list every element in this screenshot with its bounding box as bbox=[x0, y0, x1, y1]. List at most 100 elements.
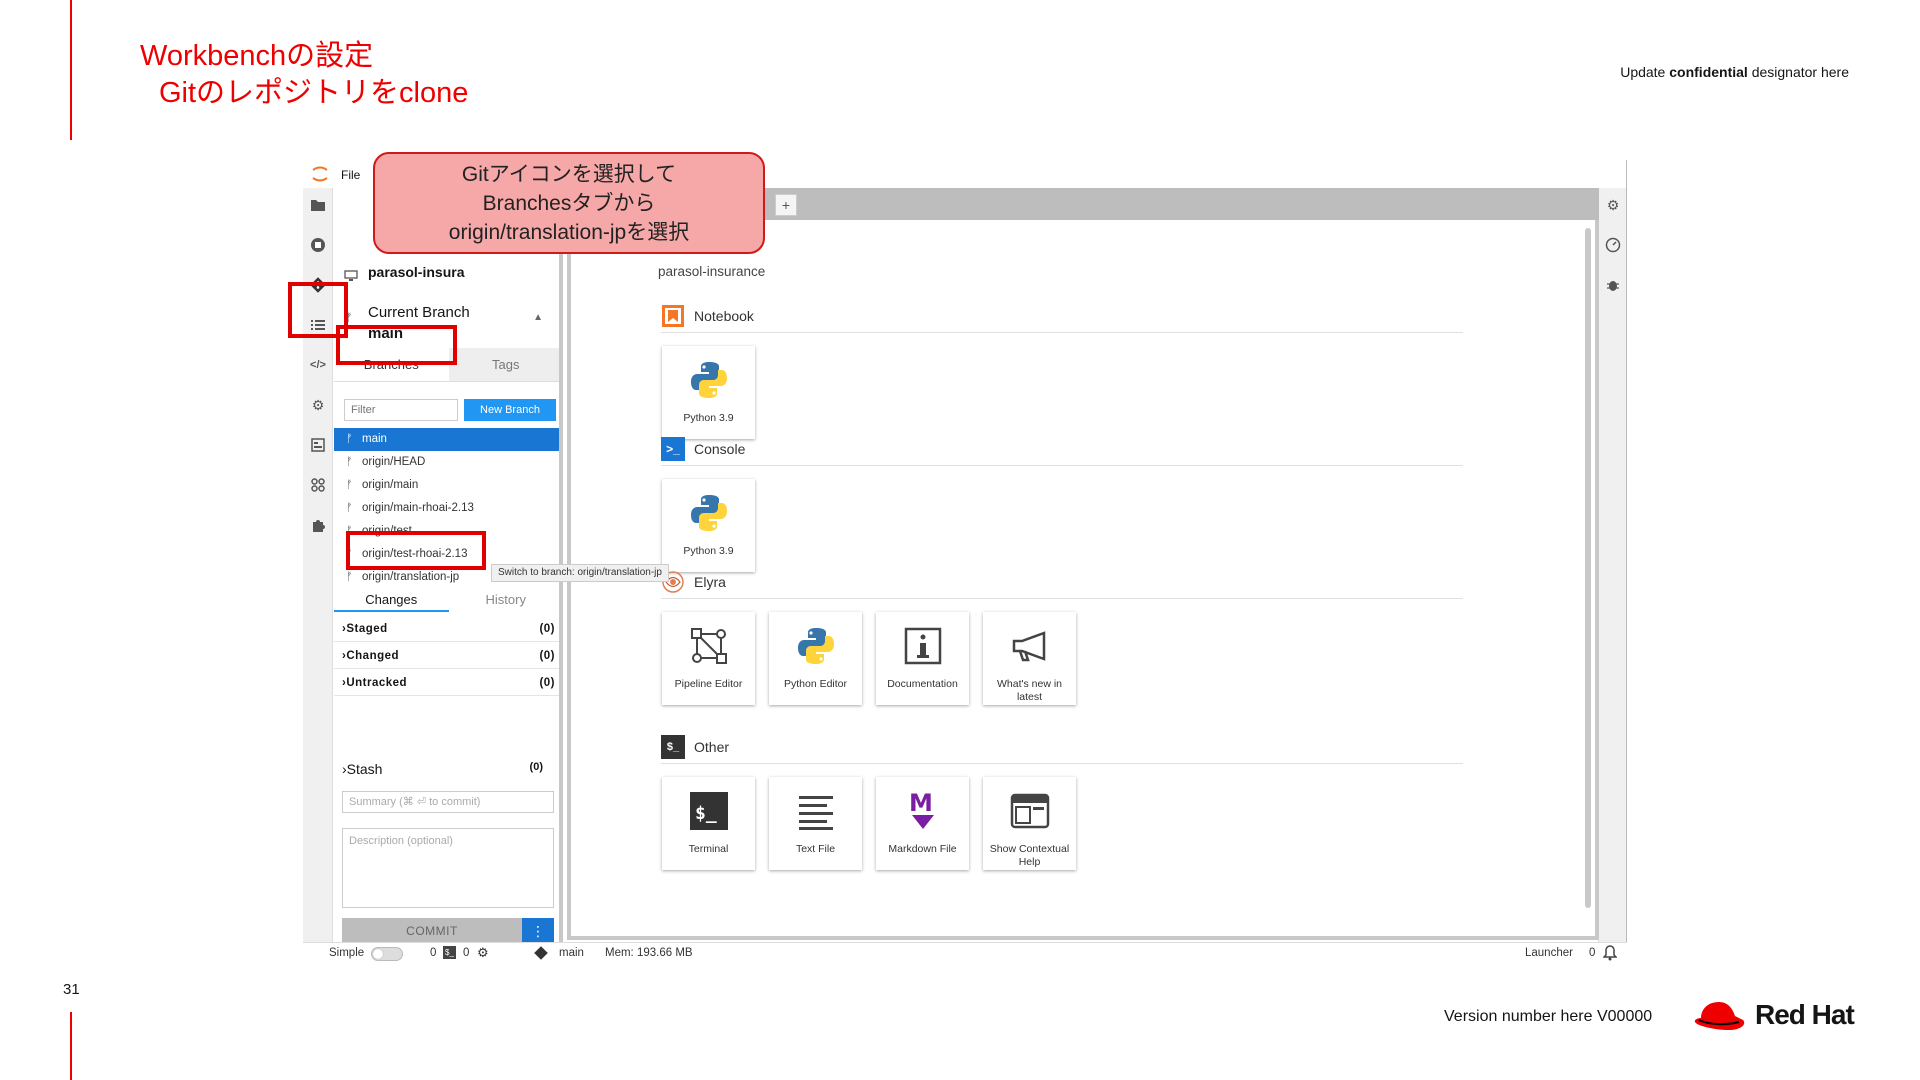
section-divider bbox=[661, 465, 1463, 466]
branch-item-main[interactable]: ᚠ main bbox=[334, 428, 559, 451]
tab-changes[interactable]: Changes bbox=[334, 588, 449, 612]
markdown-file-card[interactable]: M Markdown File bbox=[876, 777, 969, 870]
help-window-icon bbox=[983, 785, 1076, 837]
new-branch-button[interactable]: New Branch bbox=[464, 399, 556, 421]
folder-icon[interactable] bbox=[309, 196, 327, 214]
instruction-callout: Gitアイコンを選択して Branchesタブから origin/transla… bbox=[373, 152, 765, 254]
slide-title: Workbenchの設定 Gitのレポジトリをclone bbox=[140, 38, 468, 112]
launcher-scrollbar[interactable] bbox=[1585, 228, 1591, 908]
status-bar: Simple 0 $_ 0 ⚙ main Mem: 193.66 MB Laun… bbox=[303, 942, 1627, 964]
commit-options-button[interactable]: ⋮ bbox=[522, 918, 554, 942]
notebook-section-title: Notebook bbox=[694, 308, 754, 324]
card-label: Pipeline Editor bbox=[674, 678, 743, 690]
confidential-prefix: Update bbox=[1620, 64, 1670, 80]
launcher-panel: parasol-insurance Notebook Python 3.9 >_… bbox=[567, 220, 1599, 940]
whats-new-card[interactable]: What's new in latest bbox=[983, 612, 1076, 705]
tab-history[interactable]: History bbox=[449, 588, 560, 612]
accent-line-bottom bbox=[70, 1012, 72, 1080]
notification-count[interactable]: 0 bbox=[1589, 947, 1595, 959]
highlight-translation-branch bbox=[346, 531, 486, 570]
branch-item-origin-main[interactable]: ᚠ origin/main bbox=[334, 474, 559, 497]
contextual-help-card[interactable]: Show Contextual Help bbox=[983, 777, 1076, 870]
jupyterlab-window: File </> ⚙ ⚙ parasol-insura ᚠ Current Br… bbox=[303, 160, 1627, 964]
info-icon bbox=[876, 620, 969, 672]
card-label: Markdown File bbox=[888, 843, 957, 855]
stash-section[interactable]: ›Stash (0) bbox=[334, 757, 559, 781]
property-inspector-icon[interactable] bbox=[309, 436, 327, 454]
terminal-count[interactable]: 0 bbox=[463, 947, 469, 959]
branch-filter-input[interactable] bbox=[344, 399, 458, 421]
commit-description-input[interactable]: Description (optional) bbox=[342, 828, 554, 908]
python-icon bbox=[662, 487, 755, 539]
tab-tags[interactable]: Tags bbox=[448, 348, 559, 381]
markdown-icon: M bbox=[876, 785, 969, 837]
jupyter-logo-icon bbox=[312, 166, 328, 182]
add-tab-button[interactable]: + bbox=[775, 194, 797, 216]
settings-cogs-icon[interactable]: ⚙ bbox=[309, 396, 327, 414]
terminal-icon: $_ bbox=[662, 785, 755, 837]
notebook-section-icon bbox=[661, 304, 685, 328]
console-section-title: Console bbox=[694, 441, 746, 457]
slide-title-line1: Workbenchの設定 bbox=[140, 40, 374, 72]
slide-title-line2: Gitのレポジトリをclone bbox=[159, 77, 469, 109]
python-icon bbox=[769, 620, 862, 672]
svg-text:$_: $_ bbox=[695, 803, 717, 824]
simple-mode-label: Simple bbox=[329, 947, 365, 959]
gauge-icon[interactable] bbox=[1604, 236, 1622, 254]
property-cogs-icon[interactable]: ⚙ bbox=[1604, 196, 1622, 214]
card-label: Python Editor bbox=[783, 678, 848, 690]
python-icon bbox=[662, 354, 755, 406]
branch-item-origin-main-rhoai[interactable]: ᚠ origin/main-rhoai-2.13 bbox=[334, 497, 559, 520]
redhat-logo: Red Hat bbox=[1693, 996, 1855, 1034]
pipeline-editor-card[interactable]: Pipeline Editor bbox=[662, 612, 755, 705]
commit-button[interactable]: COMMIT bbox=[342, 918, 522, 942]
svg-text:M: M bbox=[909, 789, 933, 817]
callout-line1: Gitアイコンを選択して bbox=[461, 163, 677, 186]
branch-item-origin-head[interactable]: ᚠ origin/HEAD bbox=[334, 451, 559, 474]
repository-name: parasol-insura bbox=[368, 264, 465, 280]
terminal-card[interactable]: $_ Terminal bbox=[662, 777, 755, 870]
running-stop-icon[interactable] bbox=[309, 236, 327, 254]
confidential-suffix: designator here bbox=[1747, 64, 1849, 80]
simple-mode-toggle[interactable] bbox=[371, 947, 403, 961]
section-divider bbox=[661, 598, 1463, 599]
changes-history-tabs: Changes History bbox=[334, 588, 560, 612]
section-label: Changed bbox=[346, 650, 400, 662]
extensions-grid-icon[interactable] bbox=[309, 476, 327, 494]
puzzle-extension-icon[interactable] bbox=[309, 516, 327, 534]
git-status-icon bbox=[534, 946, 548, 963]
bell-icon[interactable] bbox=[1602, 945, 1618, 964]
documentation-card[interactable]: Documentation bbox=[876, 612, 969, 705]
branch-name: main bbox=[362, 433, 387, 445]
branch-name: origin/HEAD bbox=[362, 456, 426, 468]
right-activity-bar: ⚙ bbox=[1598, 188, 1626, 942]
python-editor-card[interactable]: Python Editor bbox=[769, 612, 862, 705]
section-divider bbox=[661, 763, 1463, 764]
version-text: Version number here V00000 bbox=[1444, 1008, 1653, 1025]
other-section-icon: $_ bbox=[661, 735, 685, 759]
accent-line-top bbox=[70, 0, 72, 140]
console-section-icon: >_ bbox=[661, 437, 685, 461]
text-file-card[interactable]: Text File bbox=[769, 777, 862, 870]
status-branch[interactable]: main bbox=[559, 947, 584, 959]
menu-file[interactable]: File bbox=[341, 168, 360, 182]
notebook-python-card[interactable]: Python 3.9 bbox=[662, 346, 755, 439]
gear-status-icon[interactable]: ⚙ bbox=[477, 945, 489, 961]
kernel-count[interactable]: 0 bbox=[430, 947, 436, 959]
branch-name: origin/translation-jp bbox=[362, 571, 460, 583]
memory-usage: Mem: 193.66 MB bbox=[605, 947, 693, 959]
debugger-bug-icon[interactable] bbox=[1604, 276, 1622, 294]
card-label: Show Contextual Help bbox=[989, 843, 1070, 868]
section-count: (0) bbox=[539, 677, 555, 689]
staged-section[interactable]: ›Staged (0) bbox=[334, 616, 559, 642]
changed-section[interactable]: ›Changed (0) bbox=[334, 643, 559, 669]
console-python-card[interactable]: Python 3.9 bbox=[662, 479, 755, 572]
commit-summary-input[interactable]: Summary (⌘ ⏎ to commit) bbox=[342, 791, 554, 813]
branch-icon: ᚠ bbox=[346, 479, 353, 491]
highlight-branches-tab bbox=[336, 325, 457, 365]
card-label: Terminal bbox=[688, 843, 729, 855]
confidential-bold: confidential bbox=[1669, 64, 1748, 80]
untracked-section[interactable]: ›Untracked (0) bbox=[334, 670, 559, 696]
caret-up-icon[interactable]: ▲ bbox=[533, 312, 543, 323]
code-icon[interactable]: </> bbox=[309, 356, 327, 374]
